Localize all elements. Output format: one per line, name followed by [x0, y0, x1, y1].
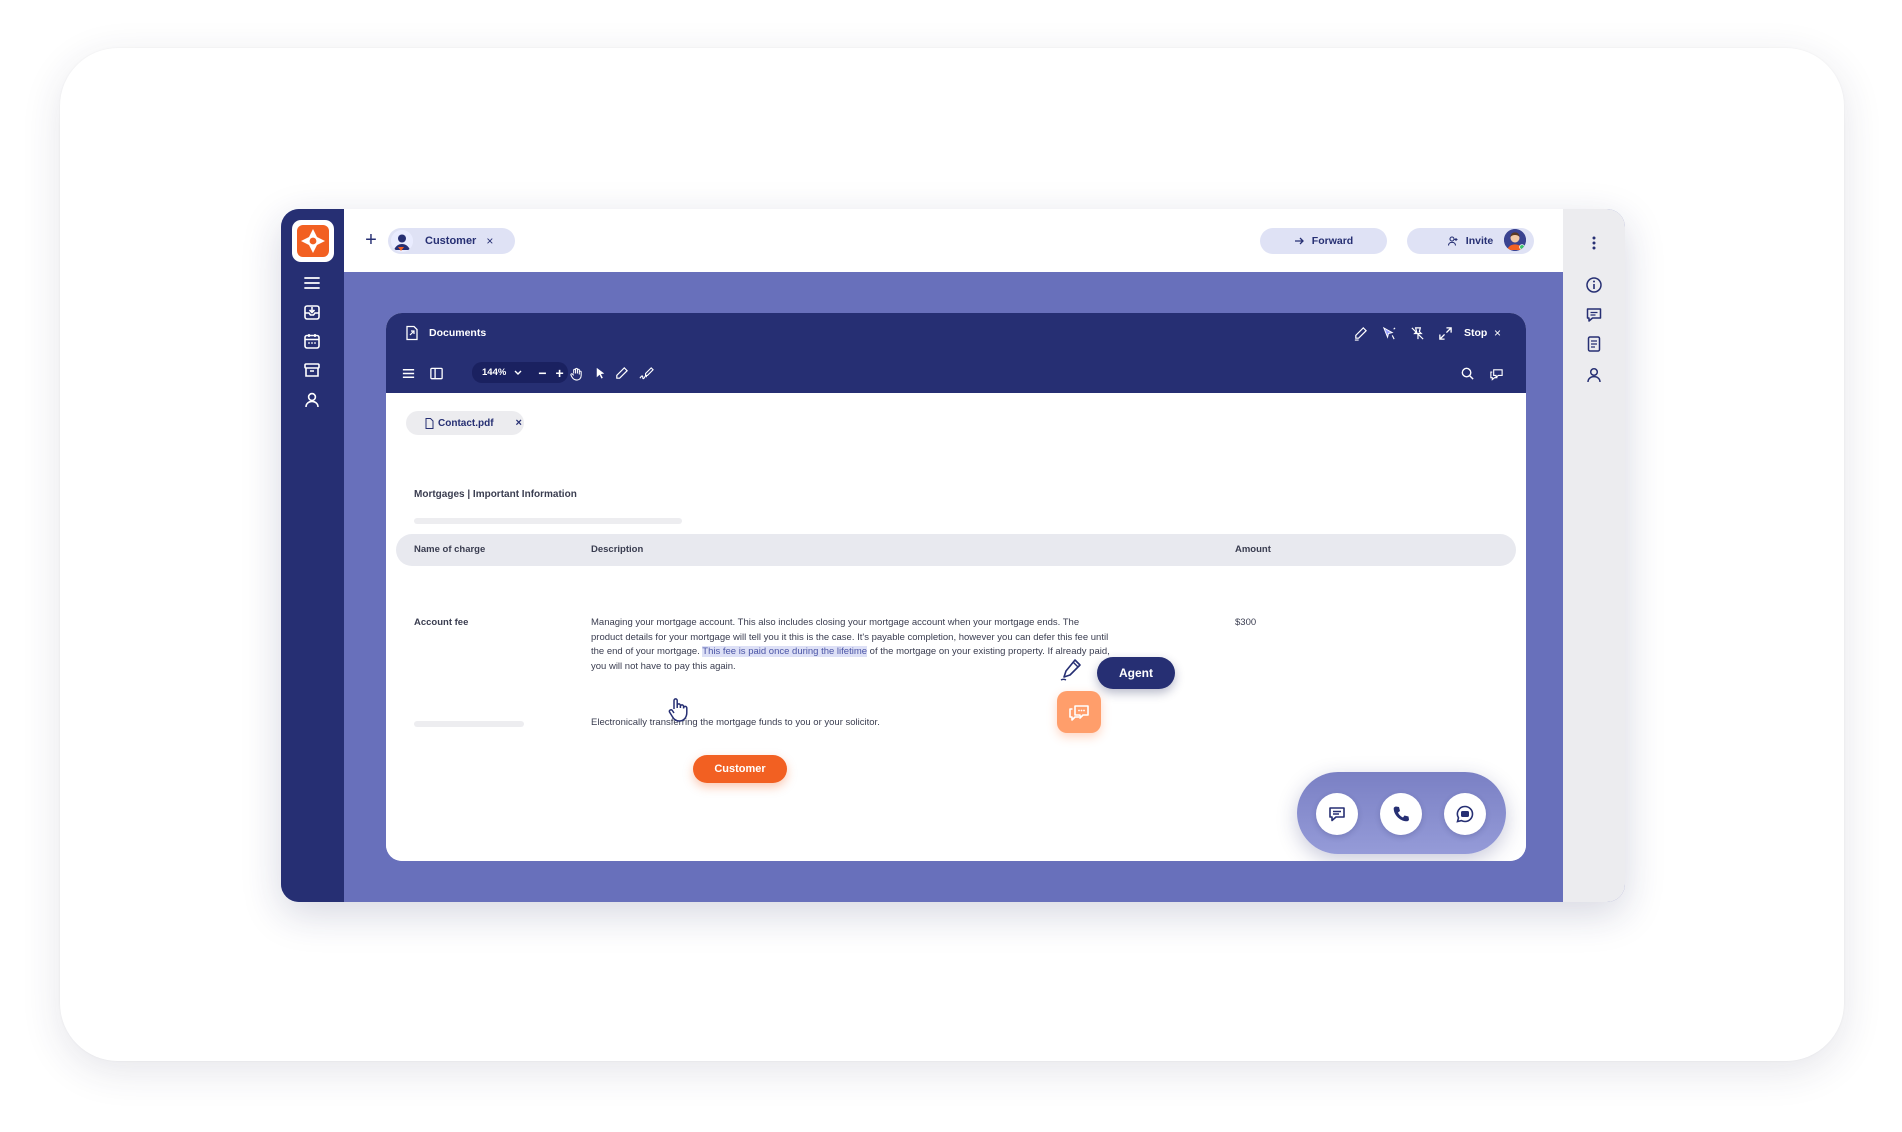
customer-avatar: [391, 230, 413, 252]
customer-hand-cursor-icon: [668, 698, 688, 722]
info-icon[interactable]: [1584, 275, 1604, 295]
file-icon: [425, 417, 434, 429]
file-tab[interactable]: Contact.pdf ×: [406, 411, 524, 435]
sidebar-panel-icon[interactable]: [428, 365, 444, 381]
customer-session-chip[interactable]: Customer ×: [388, 228, 515, 254]
close-icon[interactable]: ×: [486, 234, 493, 248]
more-vertical-icon[interactable]: [1584, 233, 1604, 253]
comments-icon: [1069, 705, 1089, 721]
calendar-icon[interactable]: [301, 330, 323, 352]
pointer-sparkle-icon[interactable]: [1380, 325, 1396, 341]
add-tab-button[interactable]: +: [360, 229, 382, 251]
app-window: + Customer × Forward Invite Documents St…: [281, 209, 1625, 902]
customer-cursor-label: Customer: [693, 755, 787, 783]
pen-icon[interactable]: [613, 365, 629, 381]
agent-pen-cursor-icon: [1060, 659, 1081, 681]
pin-off-icon[interactable]: [1409, 325, 1425, 341]
signature-icon[interactable]: [638, 365, 654, 381]
forward-label: Forward: [1311, 235, 1354, 247]
charge-name: Account fee: [414, 617, 469, 628]
chevron-down-icon[interactable]: [514, 368, 522, 378]
pointer-icon[interactable]: [592, 365, 608, 381]
phone-icon: [1393, 806, 1409, 822]
hand-icon[interactable]: [568, 365, 584, 381]
invite-label: Invite: [1465, 235, 1494, 247]
message-icon: [1329, 807, 1345, 822]
chat-icon[interactable]: [1584, 305, 1604, 325]
phone-button[interactable]: [1380, 793, 1422, 835]
agent-cursor-label: Agent: [1097, 657, 1175, 689]
call-dock: [1297, 772, 1506, 854]
app-logo[interactable]: [292, 220, 334, 262]
menu-icon[interactable]: [400, 365, 416, 381]
column-header-amount: Amount: [1235, 544, 1271, 555]
zoom-in-button[interactable]: +: [556, 366, 564, 380]
search-icon[interactable]: [1459, 365, 1475, 381]
charge-description: Electronically transferring the mortgage…: [591, 717, 880, 728]
zoom-control: 144% − +: [472, 362, 568, 383]
document-heading: Mortgages | Important Information: [414, 489, 577, 500]
arrow-right-icon: [1294, 237, 1304, 245]
customer-chip-label: Customer: [425, 235, 477, 247]
close-icon[interactable]: ×: [516, 417, 522, 429]
message-button[interactable]: [1316, 793, 1358, 835]
main-workspace: Documents Stop × 144% − + Contact.pdf × …: [344, 272, 1563, 902]
column-header-name: Name of charge: [414, 544, 486, 555]
chat-button[interactable]: [1444, 793, 1486, 835]
stop-sharing-button[interactable]: Stop: [1464, 327, 1487, 339]
pen-icon[interactable]: [1352, 325, 1368, 341]
top-bar: + Customer × Forward Invite: [344, 209, 1563, 272]
menu-icon[interactable]: [301, 272, 323, 294]
skeleton-line: [414, 518, 682, 524]
charge-description: Managing your mortgage account. This als…: [591, 616, 1111, 674]
comments-icon[interactable]: [1488, 365, 1504, 381]
zoom-level-select[interactable]: 144%: [482, 367, 506, 378]
right-rail: [1563, 209, 1625, 902]
documents-title: Documents: [429, 327, 487, 339]
charges-table-header: Name of charge Description Amount: [396, 534, 1516, 566]
close-icon[interactable]: ×: [1494, 326, 1501, 340]
inbox-icon[interactable]: [301, 301, 323, 323]
archive-icon[interactable]: [301, 359, 323, 381]
chat-bubble-icon: [1456, 805, 1474, 823]
column-header-description: Description: [591, 544, 644, 555]
charge-amount: $300: [1235, 617, 1257, 628]
documents-panel: Documents Stop × 144% − + Contact.pdf × …: [386, 313, 1526, 861]
user-avatar[interactable]: [1504, 229, 1526, 251]
zoom-out-button[interactable]: −: [538, 366, 546, 380]
document-viewer[interactable]: Contact.pdf × Mortgages | Important Info…: [386, 393, 1526, 861]
skeleton-line: [414, 721, 524, 727]
add-user-icon: [1447, 236, 1458, 246]
document-icon[interactable]: [1584, 334, 1604, 354]
logo-icon: [297, 225, 329, 257]
file-tab-label: Contact.pdf: [438, 417, 494, 429]
documents-header: Documents Stop ×: [386, 313, 1526, 353]
user-icon[interactable]: [301, 389, 323, 411]
document-share-icon: [406, 325, 418, 341]
left-rail: [281, 209, 344, 902]
user-icon[interactable]: [1584, 365, 1604, 385]
forward-button[interactable]: Forward: [1260, 228, 1387, 254]
highlighted-text[interactable]: This fee is paid once during the lifetim…: [702, 646, 868, 657]
expand-icon[interactable]: [1437, 325, 1453, 341]
document-toolbar: 144% − +: [386, 353, 1526, 393]
annotation-comment-button[interactable]: [1057, 691, 1101, 733]
